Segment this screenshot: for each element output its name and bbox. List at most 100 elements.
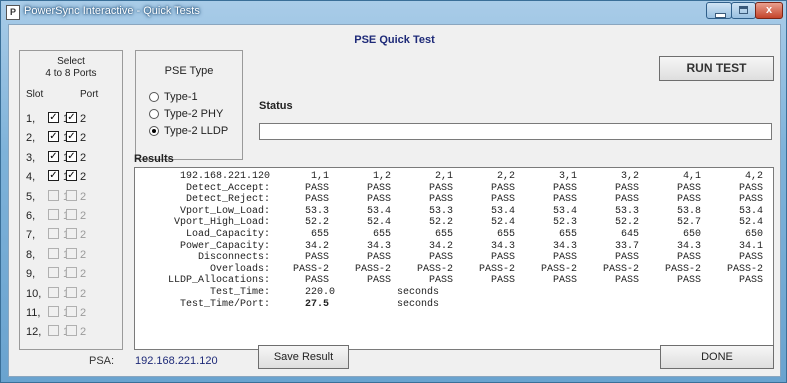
results-area[interactable]: 192.168.221.120 1,1 1,2 2,1 2,2 3,1 3,2 4,1 4,2 D… (134, 167, 774, 350)
slot-number: 6, (26, 210, 36, 222)
test-time-per-port-units: seconds (397, 298, 440, 310)
title-bar[interactable]: P PowerSync Interactive - Quick Tests x (1, 1, 786, 23)
radio-selected-dot (152, 129, 156, 133)
slot-number: 3, (26, 151, 36, 164)
slot-number: 11, (26, 307, 41, 319)
result-value: PASS (614, 182, 639, 194)
port-select-title-line2: 4 to 8 Ports (45, 68, 97, 79)
port2-checkbox[interactable]: ✓ (66, 150, 77, 162)
result-value: PASS-2 (292, 263, 329, 275)
result-value: 34.3 (676, 240, 701, 252)
result-value: PASS (428, 275, 453, 287)
port2-label: 2 (80, 190, 87, 203)
result-value: 52.2 (614, 217, 639, 229)
result-value: 655 (496, 229, 515, 240)
result-value: 650 (682, 229, 701, 240)
save-result-button[interactable]: Save Result (258, 345, 349, 369)
window-title: PowerSync Interactive - Quick Tests (24, 5, 200, 17)
result-value: 52.4 (490, 217, 515, 229)
result-value: PASS-2 (478, 263, 515, 275)
result-value: PASS (428, 182, 453, 194)
minimize-button[interactable] (706, 2, 732, 19)
slot-row: 4,✓1✓2 (26, 167, 122, 185)
port2-checkbox (66, 306, 77, 317)
result-value: PASS (428, 194, 453, 206)
result-value: PASS (490, 182, 515, 194)
port1-checkbox (48, 228, 59, 240)
port1-checkbox[interactable]: ✓ (48, 131, 59, 143)
port2-checkbox[interactable]: ✓ (66, 131, 77, 143)
check-icon: ✓ (49, 150, 58, 162)
result-value: 53.4 (552, 205, 577, 217)
result-value: PASS-2 (726, 263, 763, 275)
result-value: 53.3 (614, 205, 639, 217)
check-icon: ✓ (67, 170, 76, 182)
pse-type-option[interactable]: Type-2 LLDP (149, 125, 241, 140)
maximize-button[interactable] (731, 2, 756, 19)
close-button[interactable]: x (755, 2, 783, 19)
result-value: PASS (428, 252, 453, 264)
port2-checkbox[interactable]: ✓ (66, 112, 77, 123)
port2-label: 2 (80, 268, 87, 281)
slot-number: 5, (26, 190, 36, 203)
result-value: 52.7 (676, 217, 701, 229)
result-value: 52.4 (366, 217, 391, 229)
slot-number: 8, (26, 248, 36, 261)
result-value: PASS (366, 182, 391, 194)
result-value: PASS (738, 252, 763, 264)
result-value: 34.2 (428, 240, 453, 252)
result-metric-label: LLDP_Allocations: (167, 275, 270, 287)
port2-label: 2 (80, 326, 87, 339)
result-row: Detect_Reject: PASS PASS PASS PASS PASS PASS PA… (135, 194, 773, 205)
port2-checkbox (66, 209, 77, 220)
results-label: Results (134, 153, 174, 165)
pse-type-option[interactable]: Type-2 PHY (149, 108, 241, 123)
port1-checkbox[interactable]: ✓ (48, 112, 59, 123)
result-value: PASS-2 (416, 263, 453, 275)
result-value: 52.2 (428, 217, 453, 229)
result-metric-label: Detect_Accept: (185, 182, 270, 194)
pse-type-option[interactable]: Type-1 (149, 91, 241, 106)
result-value: 53.4 (738, 205, 763, 217)
port1-checkbox[interactable]: ✓ (48, 150, 59, 162)
test-time-per-port-row: Test_Time/Port: 27.5 seconds (135, 299, 773, 310)
slot-row: 6,12 (26, 206, 122, 224)
app-window: P PowerSync Interactive - Quick Tests x … (0, 0, 787, 383)
result-value: PASS (552, 275, 577, 287)
test-time-units: seconds (397, 287, 440, 298)
port2-label: 2 (80, 132, 87, 145)
pse-type-group: PSE Type Type-1 Type-2 PHY Type-2 LLDP (135, 50, 243, 160)
run-test-button[interactable]: RUN TEST (659, 56, 774, 81)
port2-label: 2 (80, 287, 87, 300)
result-row: Power_Capacity: 34.2 34.3 34.2 34.3 34.3 33.7 3… (135, 241, 773, 252)
radio-label: Type-1 (164, 91, 198, 103)
port1-checkbox[interactable]: ✓ (48, 170, 59, 182)
app-icon[interactable]: P (6, 5, 20, 20)
result-value: 52.4 (738, 217, 763, 229)
result-value: 53.4 (366, 205, 391, 217)
port2-checkbox[interactable]: ✓ (66, 170, 77, 182)
port2-checkbox (66, 247, 77, 259)
result-row: Overloads: PASS-2 PASS-2 PASS-2 PASS-2 PASS-2… (135, 264, 773, 275)
port2-label: 2 (80, 171, 87, 184)
port-column-header: 3,1 (558, 171, 577, 182)
slot-header: Slot (26, 89, 44, 100)
result-value: 52.2 (304, 217, 329, 229)
result-value: 650 (744, 229, 763, 240)
minimize-icon (715, 13, 726, 18)
radio-button[interactable] (149, 109, 159, 119)
port2-label: 2 (80, 307, 87, 319)
result-value: 655 (434, 229, 453, 240)
done-button[interactable]: DONE (660, 345, 774, 369)
result-value: 655 (558, 229, 577, 240)
result-metric-label: Detect_Reject: (185, 194, 270, 206)
slot-number: 4, (26, 171, 36, 184)
test-time-row: Test_Time: 220.0 seconds (135, 287, 773, 298)
radio-button[interactable] (149, 126, 159, 136)
result-metric-label: Load_Capacity: (185, 229, 270, 240)
status-field[interactable] (259, 123, 772, 140)
port-select-group: Select 4 to 8 Ports Slot Port 1,✓1✓22,✓1… (19, 50, 123, 350)
radio-button[interactable] (149, 92, 159, 102)
slot-number: 9, (26, 268, 36, 281)
result-value: PASS (490, 252, 515, 264)
